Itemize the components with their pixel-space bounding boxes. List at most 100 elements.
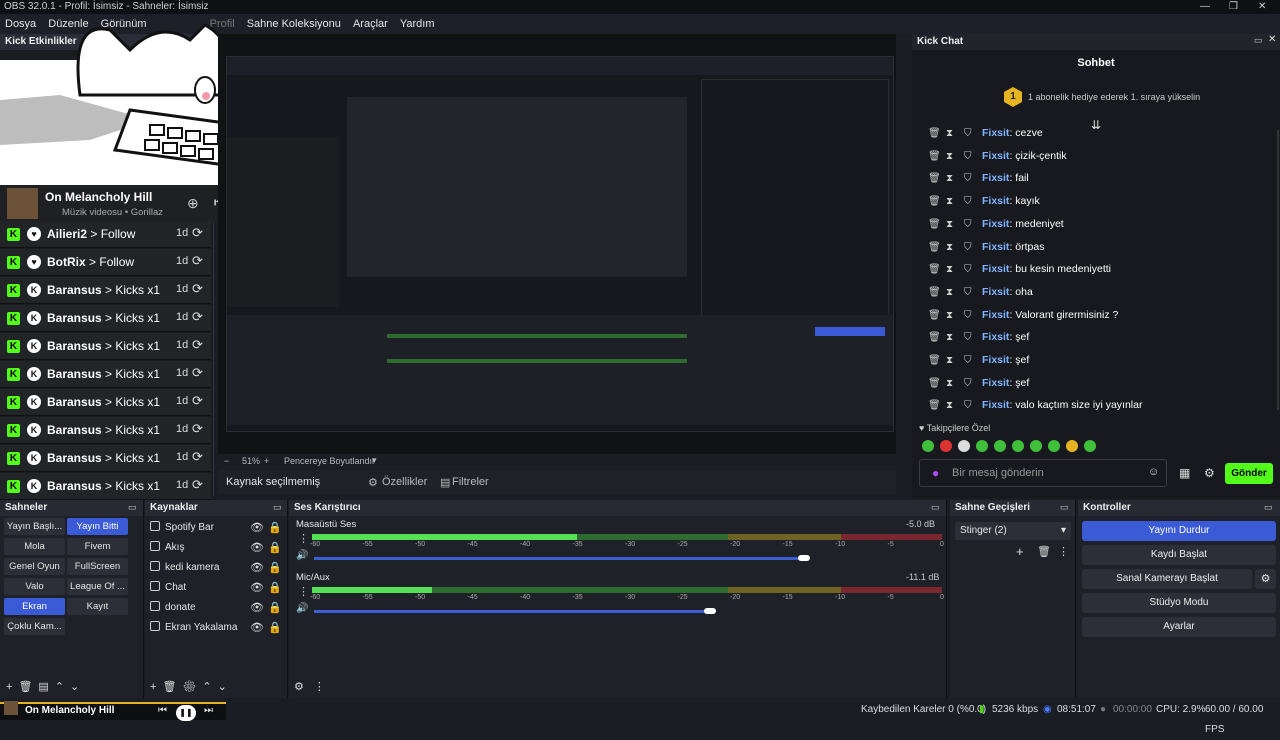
- delete-icon[interactable]: 🗑: [928, 218, 941, 232]
- delete-icon[interactable]: 🗑: [928, 263, 941, 277]
- float-icon[interactable]: ▭: [1060, 502, 1069, 513]
- scene-button[interactable]: FullScreen: [67, 558, 128, 575]
- replay-icon[interactable]: ⟳: [192, 337, 203, 353]
- delete-icon[interactable]: 🗑: [928, 286, 941, 300]
- zoom-plus-icon[interactable]: +: [264, 456, 269, 466]
- close-icon[interactable]: ✕: [1268, 34, 1276, 45]
- menu-dosya[interactable]: Dosya: [5, 18, 36, 30]
- delete-icon[interactable]: 🗑: [928, 150, 941, 164]
- scene-button[interactable]: Valo: [4, 578, 65, 595]
- next-icon[interactable]: ⏭: [204, 701, 213, 721]
- source-item[interactable]: kedi kamera: [150, 560, 219, 576]
- delete-icon[interactable]: 🗑: [928, 309, 941, 323]
- chat-username[interactable]: Fixsit: [982, 127, 1009, 139]
- menu-araclar[interactable]: Araçlar: [353, 18, 388, 30]
- timeout-icon[interactable]: ⧗: [946, 195, 956, 209]
- volume-slider[interactable]: [314, 557, 804, 560]
- lock-icon[interactable]: 🔒: [268, 521, 282, 534]
- source-item[interactable]: Chat: [150, 580, 186, 596]
- scene-button[interactable]: Fivem: [67, 538, 128, 555]
- chat-username[interactable]: Fixsit: [982, 331, 1009, 343]
- speaker-icon[interactable]: 🔊: [296, 550, 308, 561]
- delete-icon[interactable]: 🗑: [928, 354, 941, 368]
- timeout-icon[interactable]: ⧗: [946, 172, 956, 186]
- timeout-icon[interactable]: ⧗: [946, 286, 956, 300]
- visibility-eye-icon[interactable]: 👁: [250, 541, 264, 554]
- replay-icon[interactable]: ⟳: [192, 421, 203, 437]
- move-down-icon[interactable]: ⌄: [218, 681, 233, 693]
- source-item[interactable]: Akış: [150, 540, 184, 556]
- lock-icon[interactable]: 🔒: [268, 621, 282, 634]
- menu-duzenle[interactable]: Düzenle: [48, 18, 88, 30]
- delete-source-icon[interactable]: 🗑: [162, 681, 182, 693]
- scene-button[interactable]: Yayın Bitti: [67, 518, 128, 535]
- microphone-icon[interactable]: ●: [932, 466, 939, 480]
- mixer-menu-icon[interactable]: ⋮: [314, 681, 335, 693]
- store-icon[interactable]: ▦: [1179, 466, 1190, 480]
- properties-button[interactable]: Özellikler: [382, 476, 427, 488]
- gear-icon[interactable]: ⚙: [1255, 569, 1276, 589]
- float-icon[interactable]: ▭: [931, 502, 940, 513]
- scene-button[interactable]: Kayıt: [67, 598, 128, 615]
- delete-icon[interactable]: 🗑: [928, 331, 941, 345]
- virtual-camera-button[interactable]: Sanal Kamerayı Başlat: [1082, 569, 1252, 589]
- delete-transition-icon[interactable]: 🗑: [1037, 545, 1051, 558]
- float-icon[interactable]: ▭: [1264, 502, 1273, 513]
- add-scene-icon[interactable]: +: [6, 681, 18, 693]
- emote-2[interactable]: [940, 440, 952, 452]
- close-icon[interactable]: ✕: [204, 35, 212, 46]
- emote-5[interactable]: [994, 440, 1006, 452]
- settings-button[interactable]: Ayarlar: [1082, 617, 1276, 637]
- studio-mode-button[interactable]: Stüdyo Modu: [1082, 593, 1276, 613]
- stop-stream-button[interactable]: Yayını Durdur: [1082, 521, 1276, 541]
- emote-9[interactable]: [1066, 440, 1078, 452]
- emote-3[interactable]: [958, 440, 970, 452]
- previous-icon[interactable]: ⏮: [158, 701, 167, 721]
- zoom-mode[interactable]: Pencereye Boyutlandır: [284, 456, 375, 466]
- pause-icon[interactable]: ❚❚: [176, 705, 196, 721]
- move-up-icon[interactable]: ⌃: [202, 681, 217, 693]
- replay-icon[interactable]: ⟳: [192, 393, 203, 409]
- filters-button[interactable]: Filtreler: [452, 476, 489, 488]
- speaker-icon[interactable]: 🔊: [296, 603, 308, 614]
- timeout-icon[interactable]: ⧗: [946, 263, 956, 277]
- source-item[interactable]: Ekran Yakalama: [150, 620, 237, 636]
- timeout-icon[interactable]: ⧗: [946, 218, 956, 232]
- transition-menu-icon[interactable]: ⋮: [1058, 545, 1069, 558]
- add-icon[interactable]: ⊕: [187, 195, 199, 212]
- add-source-icon[interactable]: +: [150, 681, 162, 693]
- filter-icon[interactable]: ▤: [440, 476, 450, 489]
- chat-username[interactable]: Fixsit: [982, 399, 1009, 411]
- source-item[interactable]: donate: [150, 600, 196, 616]
- delete-icon[interactable]: 🗑: [928, 241, 941, 255]
- scene-button[interactable]: Çoklu Kam...: [4, 618, 65, 635]
- chevron-down-icon[interactable]: ▾: [372, 455, 377, 466]
- chat-username[interactable]: Fixsit: [982, 309, 1009, 321]
- delete-icon[interactable]: 🗑: [928, 399, 941, 413]
- delete-icon[interactable]: 🗑: [928, 377, 941, 391]
- chat-username[interactable]: Fixsit: [982, 241, 1009, 253]
- menu-sahne-koleksiyonu[interactable]: Sahne Koleksiyonu: [247, 18, 341, 30]
- menu-gorunum[interactable]: Görünüm: [101, 18, 147, 30]
- send-button[interactable]: Gönder: [1225, 463, 1273, 484]
- float-icon[interactable]: ▭: [273, 502, 282, 513]
- delete-icon[interactable]: 🗑: [928, 195, 941, 209]
- start-record-button[interactable]: Kaydı Başlat: [1082, 545, 1276, 565]
- channel-menu-icon[interactable]: ⋮: [298, 532, 309, 545]
- replay-icon[interactable]: ⟳: [192, 365, 203, 381]
- emote-6[interactable]: [1012, 440, 1024, 452]
- timeout-icon[interactable]: ⧗: [946, 331, 956, 345]
- visibility-eye-icon[interactable]: 👁: [250, 581, 264, 594]
- chat-username[interactable]: Fixsit: [982, 195, 1009, 207]
- visibility-eye-icon[interactable]: 👁: [250, 621, 264, 634]
- delete-scene-icon[interactable]: 🗑: [18, 681, 38, 693]
- scene-button[interactable]: Yayın Başlı...: [4, 518, 65, 535]
- scene-button[interactable]: Genel Oyun: [4, 558, 65, 575]
- gear-icon[interactable]: ⚙: [182, 681, 202, 693]
- chat-username[interactable]: Fixsit: [982, 263, 1009, 275]
- move-up-icon[interactable]: ⌃: [55, 681, 70, 693]
- timeout-icon[interactable]: ⧗: [946, 354, 956, 368]
- filter-icon[interactable]: ▤: [38, 681, 54, 693]
- channel-menu-icon[interactable]: ⋮: [298, 585, 309, 598]
- move-down-icon[interactable]: ⌄: [70, 681, 85, 693]
